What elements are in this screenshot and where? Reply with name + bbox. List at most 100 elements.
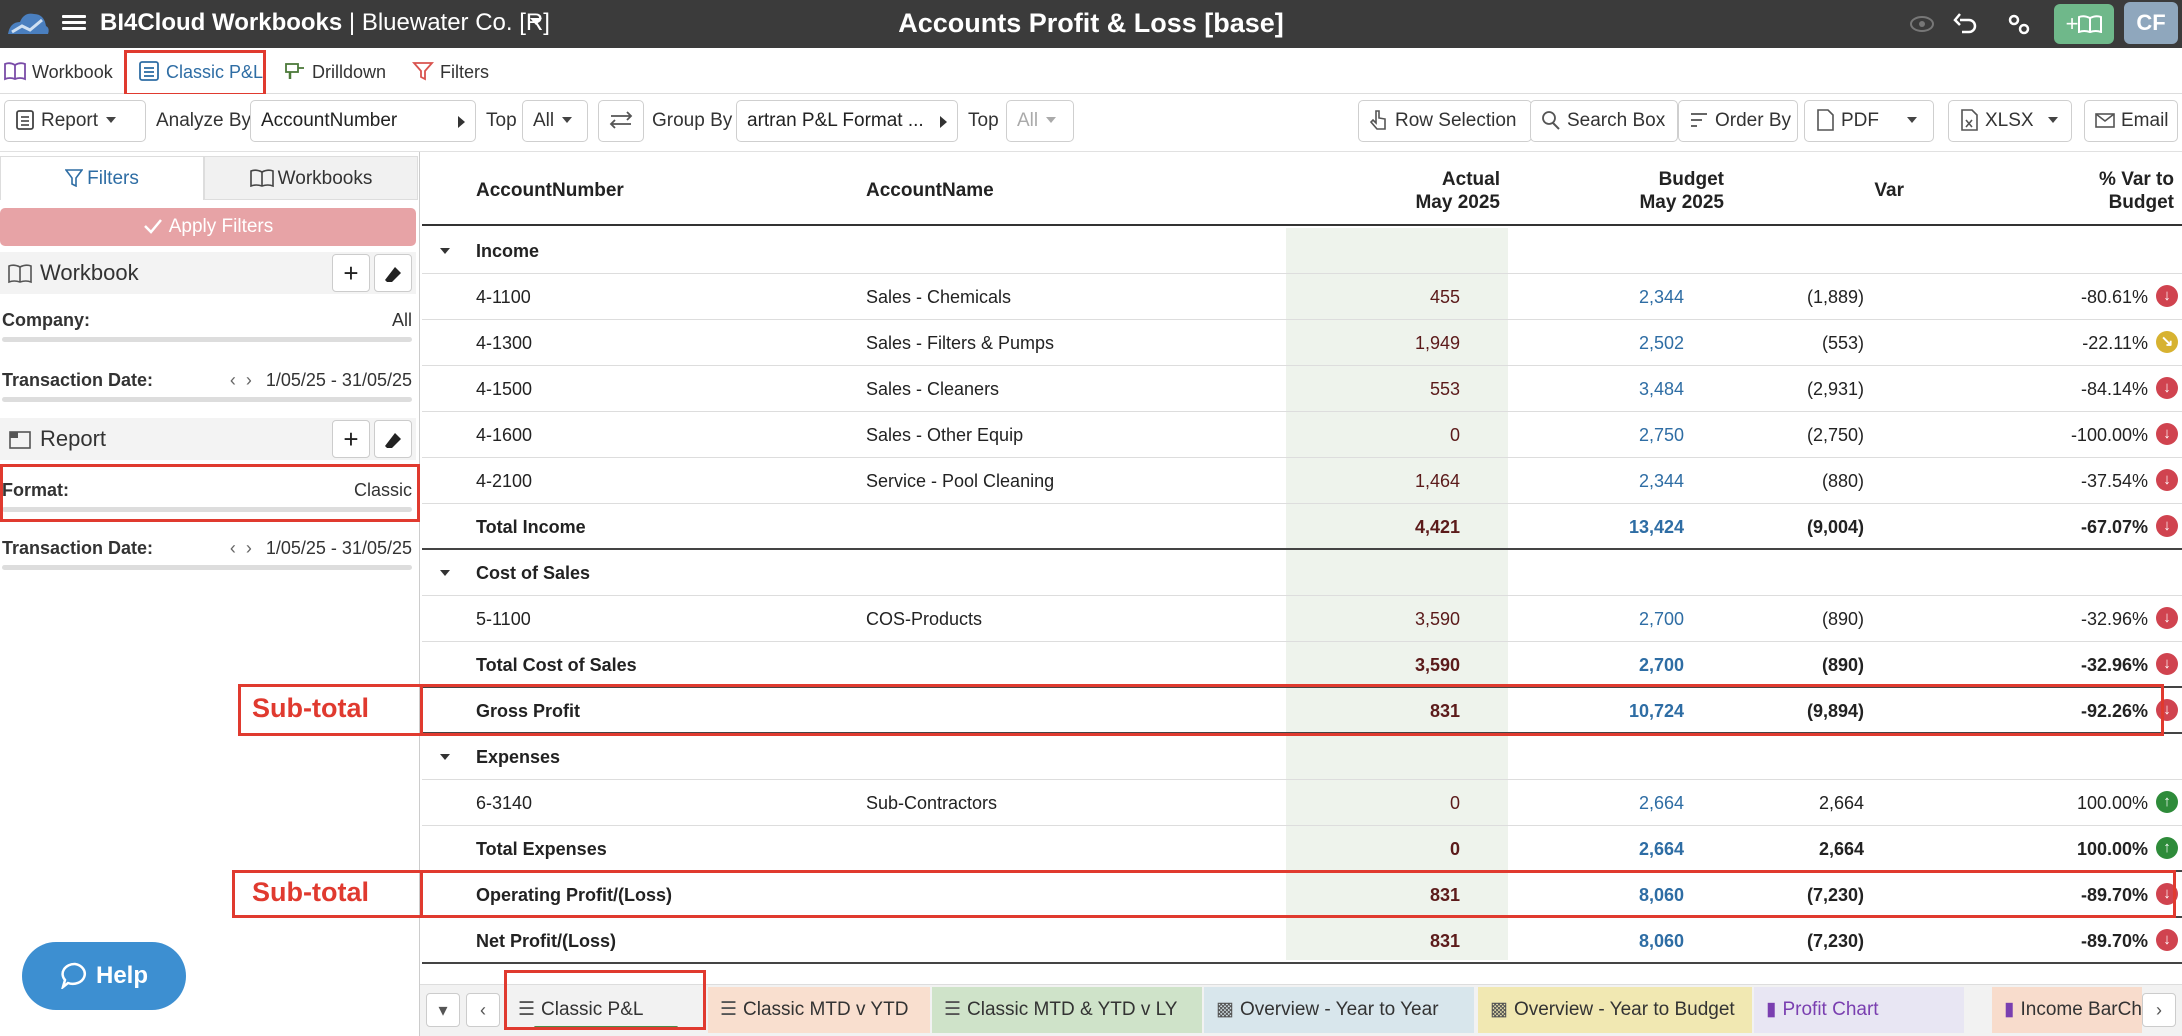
table-row[interactable]: 4-1600 Sales - Other Equip 0 2,750 (2,750) -1…: [422, 412, 2182, 458]
actual-cell[interactable]: 1,464: [1415, 471, 1460, 492]
total-row[interactable]: Gross Profit 831 10,724 (9,894) -92.26% ↓: [422, 688, 2182, 734]
report-menu-button[interactable]: Report: [4, 100, 146, 142]
budget-cell[interactable]: 2,700: [1639, 609, 1684, 630]
header-account-name[interactable]: AccountName: [866, 180, 994, 202]
header-var[interactable]: Var: [1874, 180, 1904, 202]
hamburger-menu-icon[interactable]: [62, 12, 86, 34]
tab-filters[interactable]: Filters: [0, 156, 204, 200]
add-workbook-button[interactable]: +: [2054, 4, 2114, 44]
clear-filters-button[interactable]: [374, 420, 412, 458]
total-row[interactable]: Operating Profit/(Loss) 831 8,060 (7,230) -8…: [422, 872, 2182, 918]
budget-cell[interactable]: 2,344: [1639, 287, 1684, 308]
account-number-cell: 4-1500: [476, 379, 533, 399]
company-dropdown-icon[interactable]: [530, 18, 542, 25]
collapse-caret-icon[interactable]: [440, 570, 450, 576]
budget-cell[interactable]: 10,724: [1629, 701, 1684, 722]
transaction-date-filter-2[interactable]: Transaction Date: ‹ › 1/05/25 - 31/05/25: [0, 524, 416, 574]
budget-cell[interactable]: 2,502: [1639, 333, 1684, 354]
nav-workbook[interactable]: Workbook: [4, 56, 113, 88]
transaction-date-filter[interactable]: Transaction Date: ‹ › 1/05/25 - 31/05/25: [0, 356, 416, 406]
scroll-tabs-left[interactable]: ‹: [466, 993, 500, 1027]
budget-cell[interactable]: 8,060: [1639, 885, 1684, 906]
sheet-tab[interactable]: ▩ Overview - Year to Year: [1204, 987, 1474, 1033]
actual-cell[interactable]: 831: [1430, 701, 1460, 722]
actual-cell[interactable]: 3,590: [1415, 609, 1460, 630]
table-row[interactable]: 6-3140 Sub-Contractors 0 2,664 2,664 100.00% ↑: [422, 780, 2182, 826]
top-select-2[interactable]: All: [1006, 100, 1074, 142]
total-row[interactable]: Total Cost of Sales 3,590 2,700 (890) -32.96…: [422, 642, 2182, 688]
tab-workbooks[interactable]: Workbooks: [204, 156, 418, 200]
actual-cell[interactable]: 0: [1450, 425, 1460, 446]
actual-cell[interactable]: 0: [1450, 793, 1460, 814]
budget-cell[interactable]: 13,424: [1629, 517, 1684, 538]
format-filter[interactable]: Format: Classic: [0, 466, 416, 516]
group-header-row[interactable]: Income: [422, 228, 2182, 274]
analyze-by-select[interactable]: AccountNumber: [250, 100, 476, 142]
header-pct-var[interactable]: % Var to Budget: [1974, 168, 2174, 214]
header-budget[interactable]: Budget May 2025: [1524, 168, 1724, 214]
tab-list-dropdown[interactable]: ▾: [426, 993, 460, 1027]
actual-cell[interactable]: 0: [1450, 839, 1460, 860]
sheet-tab[interactable]: ☰ Classic P&L: [506, 987, 706, 1033]
total-row[interactable]: Net Profit/(Loss) 831 8,060 (7,230) -89.70% ↓: [422, 918, 2182, 964]
email-button[interactable]: Email: [2084, 100, 2178, 142]
budget-cell[interactable]: 2,664: [1639, 839, 1684, 860]
settings-icon[interactable]: [2004, 10, 2032, 38]
actual-cell[interactable]: 553: [1430, 379, 1460, 400]
table-row[interactable]: 4-1500 Sales - Cleaners 553 3,484 (2,931) -84…: [422, 366, 2182, 412]
prev-next-period-icon[interactable]: ‹ ›: [230, 370, 252, 390]
user-avatar[interactable]: CF: [2124, 2, 2178, 44]
pdf-export-button[interactable]: PDF: [1804, 100, 1934, 142]
group-header-row[interactable]: Cost of Sales: [422, 550, 2182, 596]
xlsx-export-button[interactable]: XLSX: [1948, 100, 2072, 142]
eye-icon[interactable]: [1908, 10, 1936, 38]
clear-filters-button[interactable]: [374, 254, 412, 292]
prev-next-period-icon[interactable]: ‹ ›: [230, 538, 252, 558]
sheet-tab[interactable]: ▮ Income BarCha: [1992, 987, 2142, 1033]
group-by-select[interactable]: artran P&L Format ...: [736, 100, 958, 142]
sheet-tab[interactable]: ▩ Overview - Year to Budget: [1478, 987, 1752, 1033]
table-row[interactable]: 4-1100 Sales - Chemicals 455 2,344 (1,889) -8…: [422, 274, 2182, 320]
company-filter[interactable]: Company: All: [0, 296, 416, 346]
sheet-tab[interactable]: ☰ Classic MTD & YTD v LY: [932, 987, 1202, 1033]
group-header-row[interactable]: Expenses: [422, 734, 2182, 780]
top-select[interactable]: All: [522, 100, 588, 142]
swap-button[interactable]: [598, 100, 644, 142]
budget-cell[interactable]: 8,060: [1639, 931, 1684, 952]
budget-cell[interactable]: 2,664: [1639, 793, 1684, 814]
actual-cell[interactable]: 1,949: [1415, 333, 1460, 354]
collapse-caret-icon[interactable]: [440, 248, 450, 254]
total-row[interactable]: Total Expenses 0 2,664 2,664 100.00% ↑: [422, 826, 2182, 872]
scroll-tabs-right[interactable]: ›: [2142, 993, 2176, 1027]
nav-classic-pl[interactable]: Classic P&L: [138, 56, 263, 88]
undo-icon[interactable]: [1952, 10, 1980, 38]
table-row[interactable]: 4-1300 Sales - Filters & Pumps 1,949 2,502 (…: [422, 320, 2182, 366]
collapse-caret-icon[interactable]: [440, 754, 450, 760]
header-pct-line2: Budget: [2108, 192, 2174, 213]
budget-cell[interactable]: 2,344: [1639, 471, 1684, 492]
actual-cell[interactable]: 831: [1430, 885, 1460, 906]
help-button[interactable]: Help: [22, 942, 186, 1010]
table-row[interactable]: 5-1100 COS-Products 3,590 2,700 (890) -32.96%…: [422, 596, 2182, 642]
actual-cell[interactable]: 4,421: [1415, 517, 1460, 538]
search-box-button[interactable]: Search Box: [1530, 100, 1678, 142]
budget-cell[interactable]: 2,750: [1639, 425, 1684, 446]
actual-cell[interactable]: 455: [1430, 287, 1460, 308]
add-filter-button[interactable]: +: [332, 420, 370, 458]
sheet-tab[interactable]: ▮ Profit Chart: [1754, 987, 1964, 1033]
nav-filters[interactable]: Filters: [412, 56, 489, 88]
total-row[interactable]: Total Income 4,421 13,424 (9,004) -67.07% ↓: [422, 504, 2182, 550]
header-actual[interactable]: Actual May 2025: [1300, 168, 1500, 214]
budget-cell[interactable]: 3,484: [1639, 379, 1684, 400]
add-filter-button[interactable]: +: [332, 254, 370, 292]
row-selection-button[interactable]: Row Selection: [1358, 100, 1532, 142]
actual-cell[interactable]: 3,590: [1415, 655, 1460, 676]
actual-cell[interactable]: 831: [1430, 931, 1460, 952]
nav-drilldown[interactable]: Drilldown: [284, 56, 386, 88]
table-row[interactable]: 4-2100 Service - Pool Cleaning 1,464 2,344 (…: [422, 458, 2182, 504]
header-account-number[interactable]: AccountNumber: [476, 180, 624, 202]
apply-filters-button[interactable]: Apply Filters: [0, 208, 416, 246]
budget-cell[interactable]: 2,700: [1639, 655, 1684, 676]
sheet-tab[interactable]: ☰ Classic MTD v YTD: [708, 987, 930, 1033]
order-by-button[interactable]: Order By: [1678, 100, 1798, 142]
